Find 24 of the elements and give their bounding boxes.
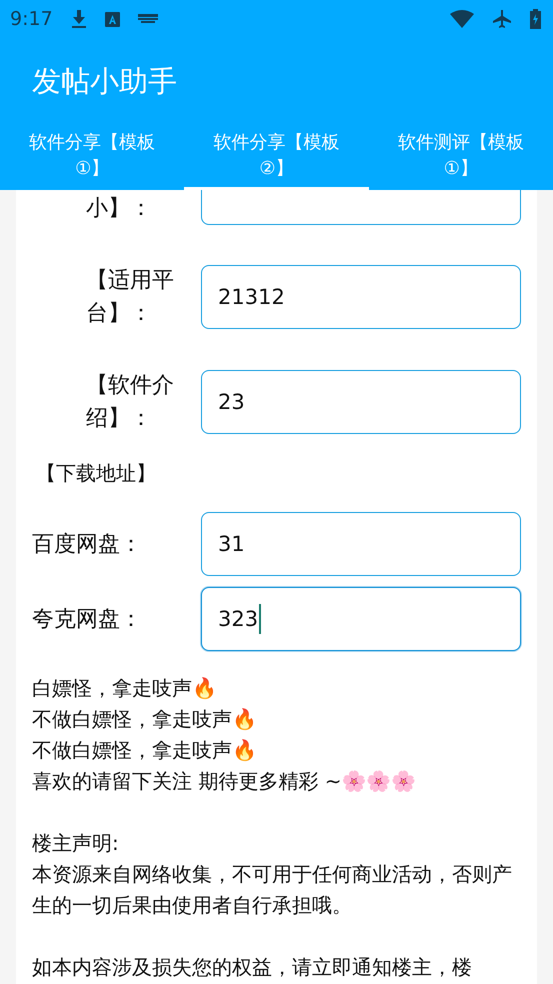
field-label: 夸克网盘： [32, 606, 143, 634]
field-label: 小】： [86, 195, 153, 223]
body-text: 白嫖怪，拿走吱声🔥 [32, 675, 217, 702]
download-icon [70, 9, 87, 29]
battery-icon [530, 9, 541, 29]
keyboard-letter-icon [104, 12, 120, 26]
input-field[interactable]: 23 [201, 370, 521, 434]
body-text: 不做白嫖怪，拿走吱声🔥 [32, 737, 257, 764]
input-field[interactable]: 323 [201, 587, 521, 651]
input-field[interactable]: 31 [201, 512, 521, 576]
section-heading: 【下载地址】 [36, 460, 157, 487]
field-label: 【适用平台】： [86, 267, 175, 328]
body-text: 楼主声明: [32, 830, 119, 857]
body-text: 喜欢的请留下关注 期待更多精彩 ~🌸🌸🌸 [32, 768, 416, 795]
field-label: 【软件介绍】： [86, 372, 175, 433]
body-text: 本资源来自网络收集，不可用于任何商业活动，否则产生的一切后果由使用者自行承担哦。 [32, 861, 513, 919]
app-title: 发帖小助手 [32, 63, 177, 100]
body-text: 不做白嫖怪，拿走吱声🔥 [32, 706, 257, 733]
status-time: 9:17 [10, 8, 53, 30]
body-text: 如本内容涉及损失您的权益，请立即通知楼主，楼 [32, 954, 472, 981]
field-label: 百度网盘： [32, 530, 143, 558]
input-field[interactable]: 21312 [201, 265, 521, 329]
airplane-icon [492, 9, 512, 29]
wifi-icon [450, 10, 474, 28]
